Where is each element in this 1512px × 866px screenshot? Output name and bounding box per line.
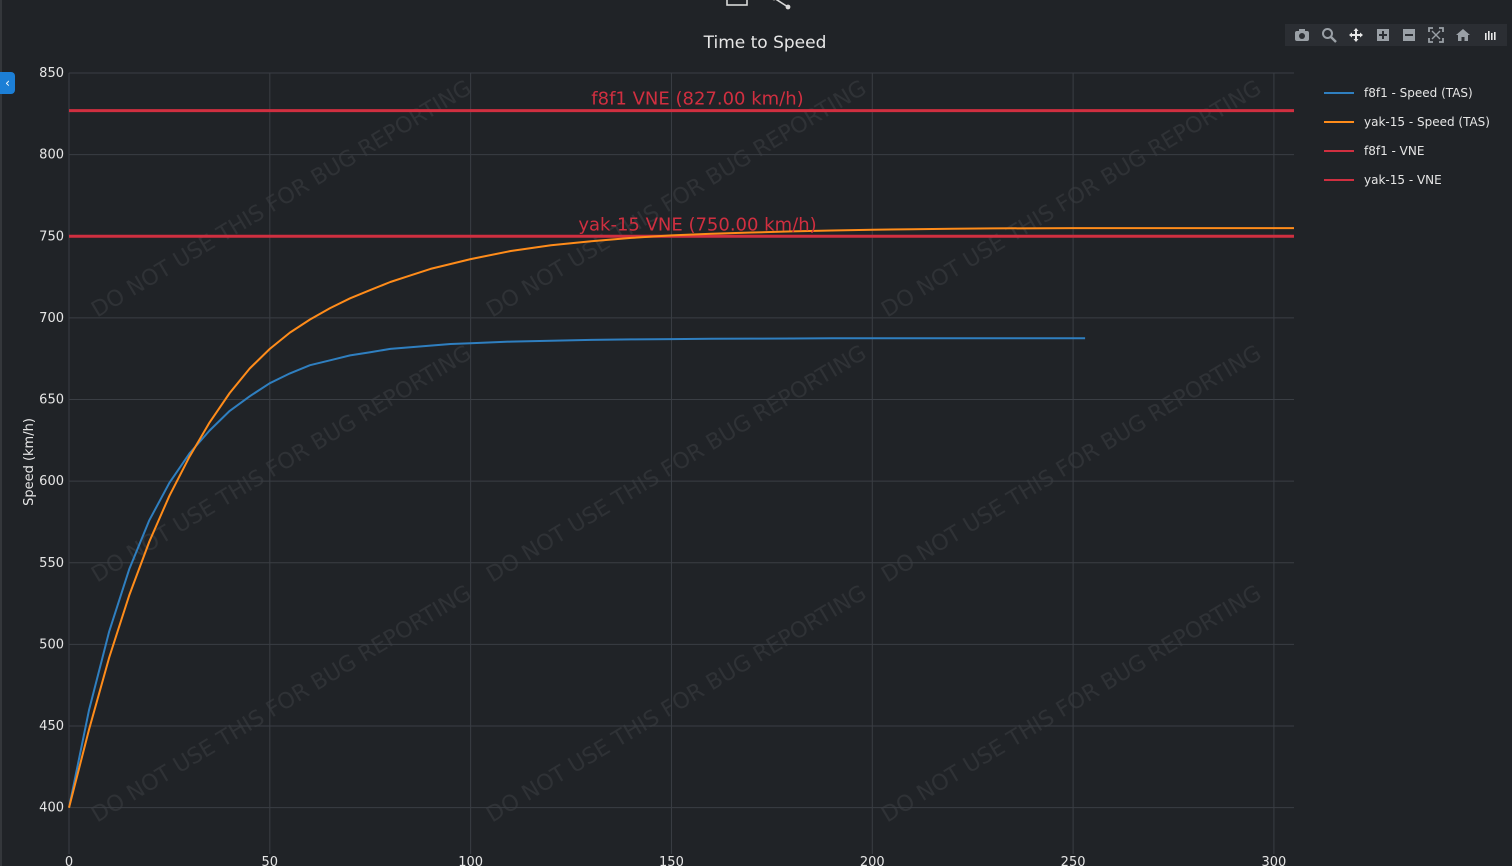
y-tick-label: 400 — [39, 801, 64, 816]
watermark-text: DO NOT USE THIS FOR BUG REPORTING — [877, 581, 1266, 828]
watermark-text: DO NOT USE THIS FOR BUG REPORTING — [877, 76, 1266, 323]
legend-swatch — [1324, 120, 1354, 123]
zoom-in-icon[interactable] — [1374, 26, 1392, 44]
watermark-text: DO NOT USE THIS FOR BUG REPORTING — [87, 76, 476, 323]
vne-annotation: f8f1 VNE (827.00 km/h) — [591, 89, 803, 110]
legend-item[interactable]: yak-15 - Speed (TAS) — [1318, 107, 1508, 136]
x-tick-label: 150 — [659, 855, 684, 866]
y-tick-label: 850 — [39, 66, 64, 81]
legend-swatch — [1324, 149, 1354, 152]
home-icon[interactable] — [1454, 26, 1472, 44]
x-tick-label: 200 — [860, 855, 885, 866]
y-tick-label: 650 — [39, 393, 64, 408]
watermark-text: DO NOT USE THIS FOR BUG REPORTING — [482, 76, 871, 323]
legend-label: yak-15 - Speed (TAS) — [1364, 114, 1490, 129]
legend-label: f8f1 - Speed (TAS) — [1364, 85, 1473, 100]
zoom-icon[interactable] — [1320, 26, 1338, 44]
legend-swatch — [1324, 91, 1354, 94]
autoscale-icon[interactable] — [1427, 26, 1445, 44]
vne-annotation: yak-15 VNE (750.00 km/h) — [578, 214, 816, 235]
plotly-logo-icon[interactable] — [1481, 26, 1499, 44]
y-axis-label: Speed (km/h) — [22, 418, 37, 506]
watermark-text: DO NOT USE THIS FOR BUG REPORTING — [877, 341, 1266, 588]
y-tick-label: 800 — [39, 148, 64, 163]
y-tick-label: 500 — [39, 637, 64, 652]
x-tick-label: 100 — [458, 855, 483, 866]
chart-legend: f8f1 - Speed (TAS) yak-15 - Speed (TAS) f8… — [1318, 78, 1508, 194]
pan-icon[interactable] — [1347, 26, 1365, 44]
y-tick-label: 700 — [39, 311, 64, 326]
y-tick-label: 450 — [39, 719, 64, 734]
chart-modebar — [1285, 24, 1507, 46]
legend-label: f8f1 - VNE — [1364, 143, 1425, 158]
zoom-out-icon[interactable] — [1400, 26, 1418, 44]
legend-item[interactable]: yak-15 - VNE — [1318, 165, 1508, 194]
x-tick-label: 250 — [1061, 855, 1086, 866]
watermark-layer: DO NOT USE THIS FOR BUG REPORTING DO NOT … — [87, 76, 1266, 828]
time-to-speed-chart: DO NOT USE THIS FOR BUG REPORTING DO NOT … — [22, 33, 1294, 866]
watermark-text: DO NOT USE THIS FOR BUG REPORTING — [482, 341, 871, 588]
legend-item[interactable]: f8f1 - Speed (TAS) — [1318, 78, 1508, 107]
y-tick-label: 550 — [39, 556, 64, 571]
chart-title: Time to Speed — [703, 33, 827, 53]
watermark-text: DO NOT USE THIS FOR BUG REPORTING — [87, 581, 476, 828]
y-tick-label: 600 — [39, 474, 64, 489]
x-tick-label: 50 — [262, 855, 279, 866]
watermark-text: DO NOT USE THIS FOR BUG REPORTING — [482, 581, 871, 828]
x-tick-label: 300 — [1262, 855, 1287, 866]
x-tick-label: 0 — [65, 855, 73, 866]
legend-swatch — [1324, 178, 1354, 181]
camera-icon[interactable] — [1293, 26, 1311, 44]
legend-label: yak-15 - VNE — [1364, 172, 1442, 187]
y-tick-label: 750 — [39, 229, 64, 244]
legend-item[interactable]: f8f1 - VNE — [1318, 136, 1508, 165]
